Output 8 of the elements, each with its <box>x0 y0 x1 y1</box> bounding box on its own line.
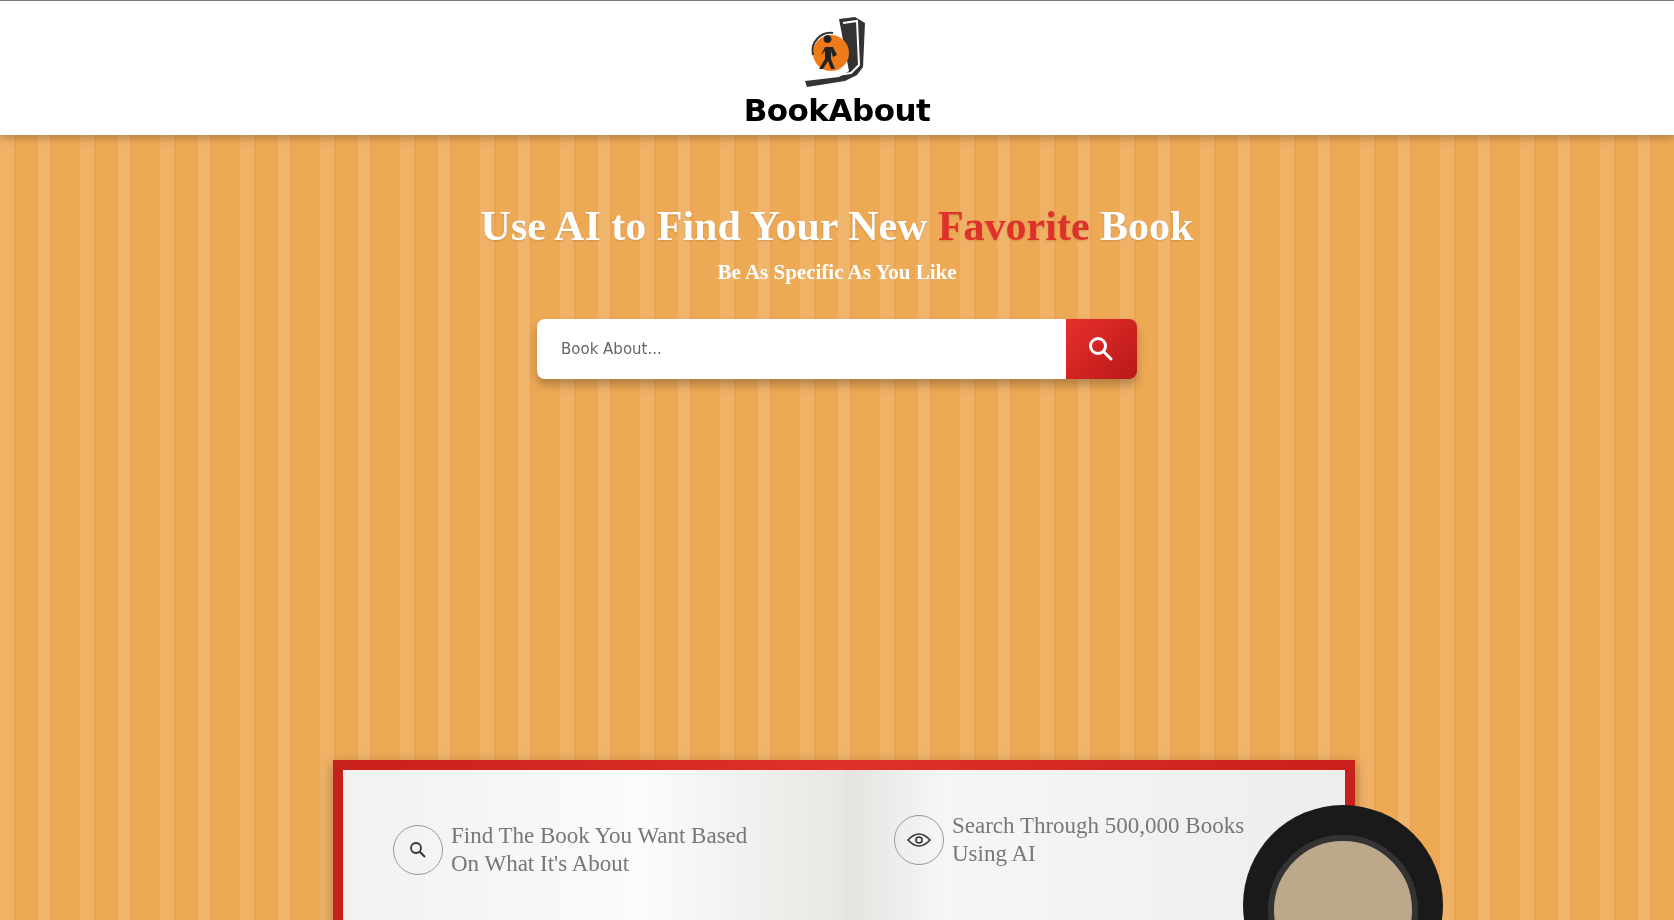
feature-text: Find The Book You Want Based On What It's About <box>451 822 749 878</box>
hero-subtitle: Be As Specific As You Like <box>717 259 957 287</box>
search-field[interactable]: Book About... <box>537 318 1066 379</box>
brand-name: BookAbout <box>743 94 931 126</box>
search-button[interactable] <box>1065 318 1137 379</box>
hero-title: Use AI to Find Your New Favorite Book <box>480 202 1194 251</box>
feature-text: Search Through 500,000 Books Using AI <box>952 812 1246 868</box>
search-icon <box>1088 335 1115 362</box>
